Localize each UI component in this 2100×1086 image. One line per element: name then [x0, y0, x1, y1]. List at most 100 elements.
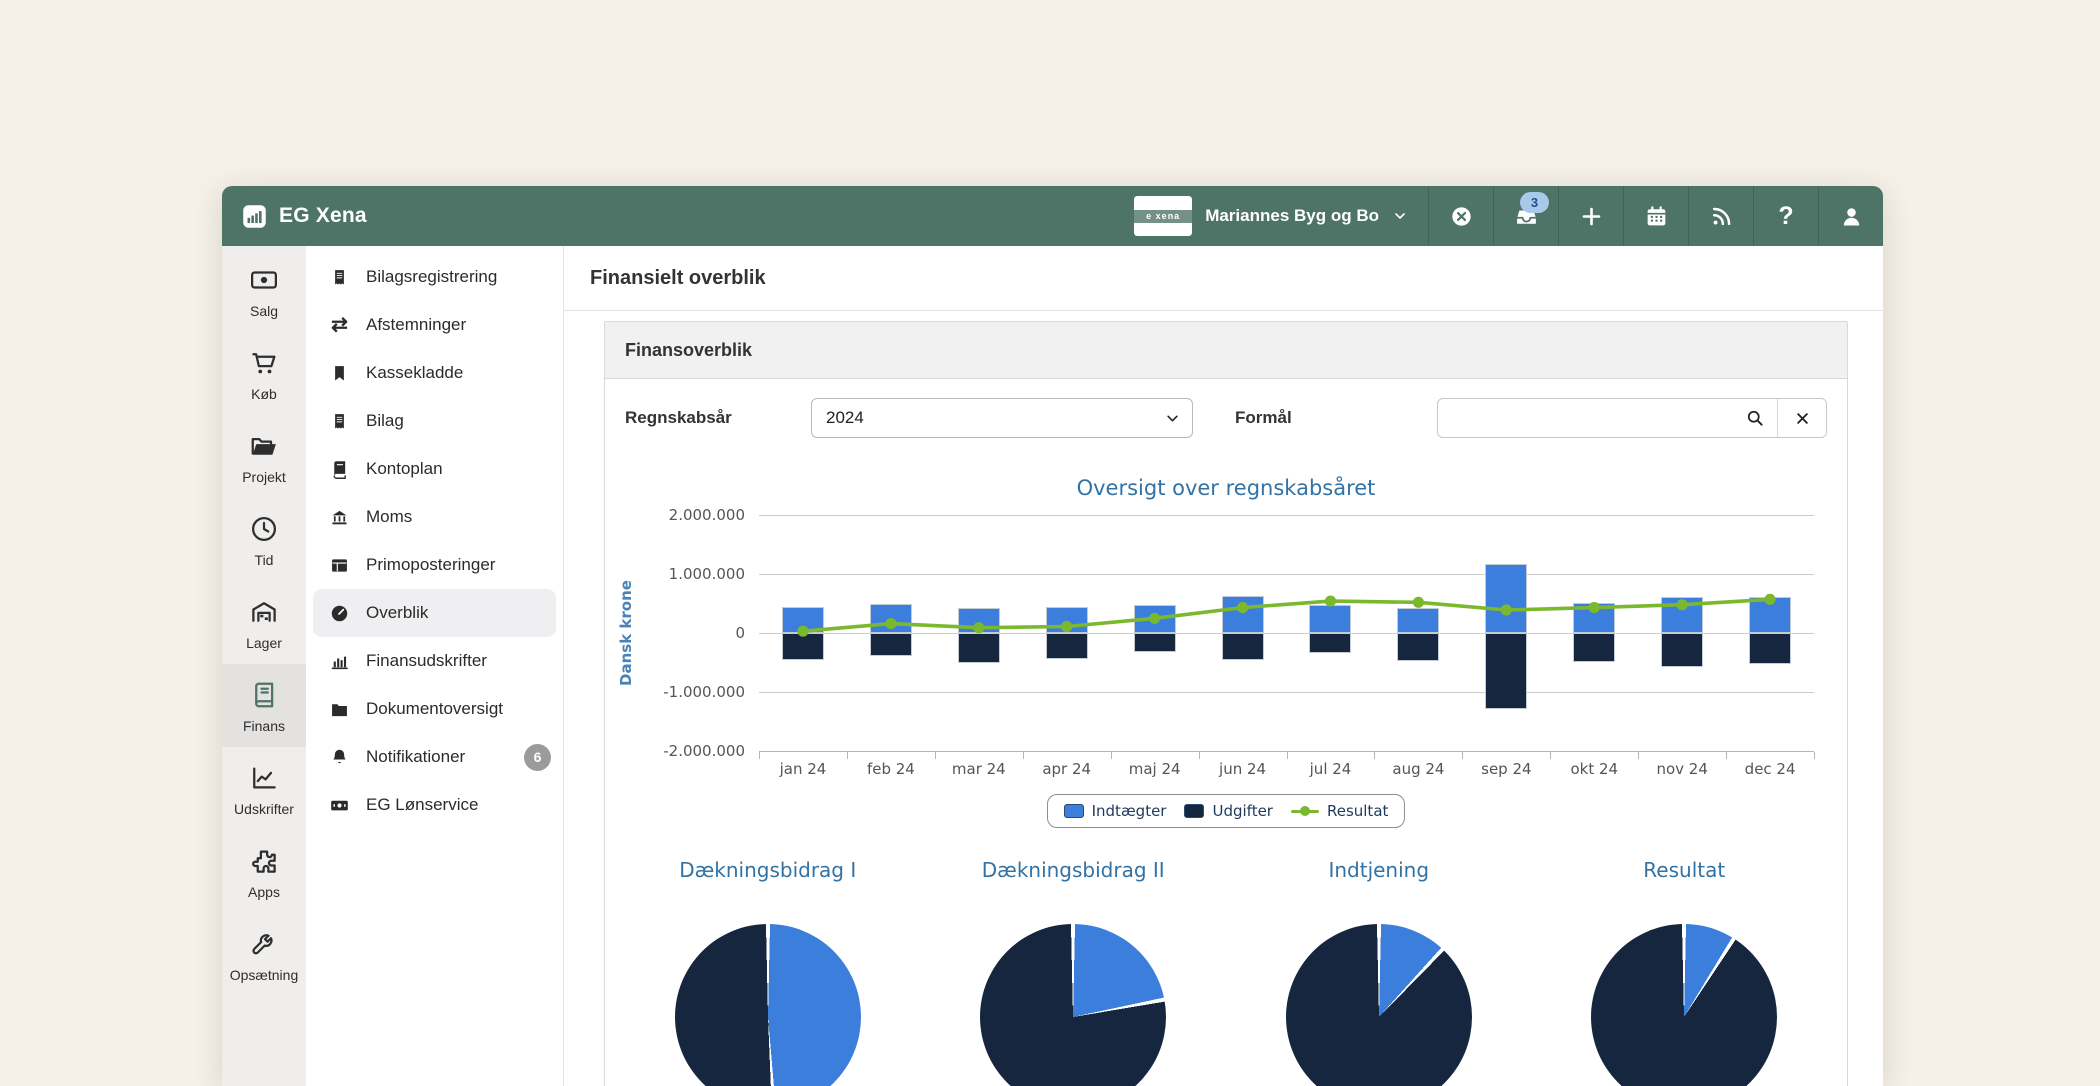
menu-item-label: Overblik	[366, 603, 428, 623]
bell-icon	[329, 747, 350, 768]
legend-label: Udgifter	[1212, 802, 1272, 820]
rail-item-finans[interactable]: Finans	[222, 664, 306, 747]
legend-label: Indtægter	[1092, 802, 1167, 820]
rail-item-tid[interactable]: Tid	[222, 498, 306, 581]
folder-open-icon	[249, 431, 279, 461]
finansoverblik-panel: Finansoverblik Regnskabsår 2024 Formål	[604, 321, 1848, 1086]
app-window: EG Xena e xena Mariannes Byg og Bo 3? Sa…	[222, 186, 1883, 1086]
purpose-search-box	[1438, 399, 1778, 437]
purpose-label: Formål	[1193, 408, 1437, 428]
feed-icon	[1709, 204, 1734, 229]
receipt-icon	[329, 411, 350, 432]
pie-charts-row: Dækningsbidrag IDækningsbidrag IIIndtjen…	[605, 858, 1847, 1086]
menu-item-label: Afstemninger	[366, 315, 466, 335]
rail-item-label: Finans	[243, 718, 285, 734]
purpose-search-input[interactable]	[1438, 399, 1777, 437]
rail-item-opsætning[interactable]: Opsætning	[222, 913, 306, 996]
brand-title: EG Xena	[279, 204, 367, 228]
feed-button[interactable]	[1688, 186, 1753, 246]
x-tick-label: apr 24	[1023, 752, 1111, 782]
rail-item-label: Opsætning	[230, 967, 298, 983]
pie-chart[interactable]	[675, 924, 861, 1086]
legend-line-swatch	[1291, 810, 1319, 813]
clear-search-button[interactable]	[1778, 399, 1826, 437]
search-icon[interactable]	[1745, 408, 1765, 428]
chart-title: Oversigt over regnskabsåret	[605, 476, 1847, 500]
rail-item-lager[interactable]: Lager	[222, 581, 306, 664]
cart-icon	[249, 348, 279, 378]
panel-title: Finansoverblik	[605, 322, 1847, 379]
x-tick-label: aug 24	[1374, 752, 1462, 782]
menu-item-notifikationer[interactable]: Notifikationer6	[306, 733, 563, 781]
help-button[interactable]: ?	[1753, 186, 1818, 246]
legend-swatch	[1184, 804, 1204, 818]
menu-item-kassekladde[interactable]: Kassekladde	[306, 349, 563, 397]
company-selector[interactable]: e xena Mariannes Byg og Bo	[1114, 186, 1428, 246]
navbar-icon-group: 3?	[1428, 186, 1883, 246]
swap-arrows-icon: ⇄	[329, 315, 350, 336]
app-shell: Salg Køb ProjektTid Lager Finans Udskrifter Ap…	[222, 246, 1883, 1086]
legend-item-resultat[interactable]: Resultat	[1291, 802, 1388, 820]
profile-button[interactable]	[1818, 186, 1883, 246]
bar-chart-icon	[329, 651, 350, 672]
company-logo-text: e xena	[1134, 210, 1192, 223]
rail-item-udskrifter[interactable]: Udskrifter	[222, 747, 306, 830]
menu-item-bilag[interactable]: Bilag	[306, 397, 563, 445]
navbar-right: e xena Mariannes Byg og Bo 3?	[1114, 186, 1883, 246]
y-axis-label: Dansk krone	[617, 580, 635, 686]
menu-item-dokumentoversigt[interactable]: Dokumentoversigt	[306, 685, 563, 733]
page-title: Finansielt overblik	[590, 267, 766, 290]
calendar-button[interactable]	[1623, 186, 1688, 246]
rail-item-projekt[interactable]: Projekt	[222, 415, 306, 498]
legend-item-indt-gter[interactable]: Indtægter	[1064, 802, 1167, 820]
x-tick-label: sep 24	[1462, 752, 1550, 782]
rail-item-label: Lager	[246, 635, 282, 651]
legend-item-udgifter[interactable]: Udgifter	[1184, 802, 1272, 820]
menu-item-kontoplan[interactable]: Kontoplan	[306, 445, 563, 493]
menu-item-finansudskrifter[interactable]: Finansudskrifter	[306, 637, 563, 685]
axis-tick	[1638, 752, 1639, 759]
inbox-button[interactable]: 3	[1493, 186, 1558, 246]
menu-item-label: Bilag	[366, 411, 404, 431]
pie-cell-resultat: Resultat	[1532, 858, 1838, 1086]
axis-tick	[1462, 752, 1463, 759]
fiscal-year-select[interactable]: 2024	[811, 398, 1193, 438]
menu-item-label: Finansudskrifter	[366, 651, 487, 671]
rail-item-køb[interactable]: Køb	[222, 332, 306, 415]
axis-tick	[847, 752, 848, 759]
menu-item-bilagsregistrering[interactable]: Bilagsregistrering	[306, 253, 563, 301]
rail-item-apps[interactable]: Apps	[222, 830, 306, 913]
menu-item-primoposteringer[interactable]: Primoposteringer	[306, 541, 563, 589]
pie-chart[interactable]	[1591, 924, 1777, 1086]
x-tick-label: maj 24	[1111, 752, 1199, 782]
x-tick-label: jul 24	[1287, 752, 1375, 782]
y-tick-label: 0	[735, 624, 745, 642]
rail-item-label: Køb	[251, 386, 277, 402]
chart-legend: Indtægter Udgifter Resultat	[1047, 794, 1406, 828]
receipt-icon	[329, 267, 350, 288]
warehouse-icon	[249, 597, 279, 627]
pie-chart[interactable]	[980, 924, 1166, 1086]
menu-item-afstemninger[interactable]: ⇄ Afstemninger	[306, 301, 563, 349]
pie-chart[interactable]	[1286, 924, 1472, 1086]
menu-item-label: Moms	[366, 507, 412, 527]
finans-menu: Bilagsregistrering ⇄ Afstemninger Kasseklad…	[306, 246, 564, 1086]
x-tick-label: dec 24	[1726, 752, 1814, 782]
result-line[interactable]	[759, 515, 1814, 751]
rail-item-salg[interactable]: Salg	[222, 249, 306, 332]
banknote-icon	[249, 265, 279, 295]
add-button[interactable]	[1558, 186, 1623, 246]
legend-label: Resultat	[1327, 802, 1388, 820]
company-name: Mariannes Byg og Bo	[1205, 206, 1379, 226]
menu-item-eg-l-nservice[interactable]: EG Lønservice	[306, 781, 563, 829]
combo-chart: Dansk krone 2.000.0001.000.0000-1.000.00…	[605, 515, 1847, 782]
page-header: Finansielt overblik	[564, 246, 1883, 311]
support-button[interactable]	[1428, 186, 1493, 246]
rail-item-label: Apps	[248, 884, 280, 900]
brand[interactable]: EG Xena	[222, 186, 386, 246]
filter-row: Regnskabsår 2024 Formål	[605, 379, 1847, 452]
gauge-icon	[329, 603, 350, 624]
menu-item-overblik[interactable]: Overblik	[313, 589, 556, 637]
menu-item-moms[interactable]: Moms	[306, 493, 563, 541]
purpose-group: Formål	[1193, 398, 1827, 438]
